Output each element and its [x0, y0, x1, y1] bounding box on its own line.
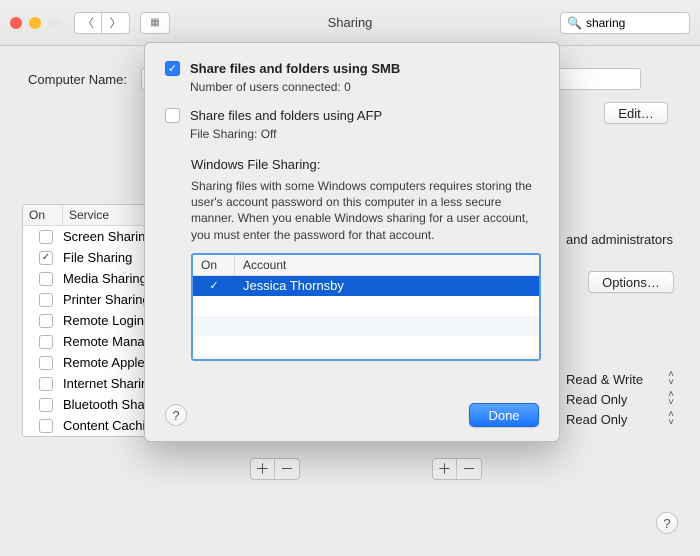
smb-checkbox[interactable]	[165, 61, 180, 76]
sheet-help-button[interactable]: ?	[165, 404, 187, 426]
done-button[interactable]: Done	[469, 403, 539, 427]
service-checkbox[interactable]	[39, 419, 53, 433]
add-folder-button[interactable]: ＋	[251, 459, 275, 479]
account-name: Jessica Thornsby	[235, 278, 539, 293]
service-checkbox[interactable]	[39, 398, 53, 412]
account-row-empty	[193, 336, 539, 356]
close-window-icon[interactable]	[10, 17, 22, 29]
smb-subtitle: Number of users connected: 0	[190, 80, 400, 94]
zoom-window-icon	[48, 17, 60, 29]
smb-title: Share files and folders using SMB	[190, 61, 400, 76]
service-label: Media Sharing	[63, 271, 147, 286]
permission-row[interactable]: Read Only ˄˅	[566, 409, 674, 429]
stepper-icon[interactable]: ˄˅	[668, 391, 674, 407]
minimize-window-icon[interactable]	[29, 17, 41, 29]
account-row-empty	[193, 296, 539, 316]
permission-label: Read & Write	[566, 372, 643, 387]
service-checkbox[interactable]	[39, 377, 53, 391]
forward-button[interactable]: 〉	[102, 12, 130, 34]
search-input[interactable]	[586, 16, 700, 30]
accounts-header-account: Account	[235, 255, 539, 275]
remove-folder-button[interactable]: －	[275, 459, 299, 479]
show-all-button[interactable]: ▦	[140, 12, 170, 34]
service-label: Remote Login	[63, 313, 144, 328]
account-row-empty	[193, 356, 539, 361]
remove-user-button[interactable]: －	[457, 459, 481, 479]
account-checkbox[interactable]: ✓	[209, 279, 218, 292]
account-row[interactable]: ✓ Jessica Thornsby	[193, 276, 539, 296]
afp-title: Share files and folders using AFP	[190, 108, 382, 123]
window-controls	[10, 17, 60, 29]
windows-sharing-title: Windows File Sharing:	[191, 157, 539, 172]
search-icon: 🔍	[567, 16, 582, 30]
services-header-on: On	[23, 205, 63, 225]
service-checkbox[interactable]	[39, 230, 53, 244]
folders-add-remove: ＋ －	[250, 458, 300, 480]
service-checkbox[interactable]	[39, 272, 53, 286]
edit-button[interactable]: Edit…	[604, 102, 668, 124]
service-label: Printer Sharing	[63, 292, 150, 307]
help-button[interactable]: ?	[656, 512, 678, 534]
service-checkbox[interactable]	[39, 251, 53, 265]
stepper-icon[interactable]: ˄˅	[668, 411, 674, 427]
back-button[interactable]: 〈	[74, 12, 102, 34]
toolbar: 〈 〉 ▦ Sharing 🔍 ✕	[0, 0, 700, 46]
afp-checkbox[interactable]	[165, 108, 180, 123]
add-user-button[interactable]: ＋	[433, 459, 457, 479]
service-checkbox[interactable]	[39, 293, 53, 307]
options-sheet: Share files and folders using SMB Number…	[144, 42, 560, 442]
stepper-icon[interactable]: ˄˅	[668, 371, 674, 387]
accounts-table: On Account ✓ Jessica Thornsby	[191, 253, 541, 361]
computer-name-label: Computer Name:	[28, 72, 127, 87]
nav-buttons: 〈 〉	[74, 12, 130, 34]
permission-label: Read Only	[566, 412, 627, 427]
permission-row[interactable]: Read & Write ˄˅	[566, 369, 674, 389]
service-checkbox[interactable]	[39, 335, 53, 349]
service-label: File Sharing	[63, 250, 132, 265]
permission-label: Read Only	[566, 392, 627, 407]
users-add-remove: ＋ －	[432, 458, 482, 480]
right-column: and administrators Options… Read & Write…	[566, 232, 674, 429]
windows-sharing-description: Sharing files with some Windows computer…	[191, 178, 539, 243]
account-row-empty	[193, 316, 539, 336]
service-label: Screen Sharing	[63, 229, 153, 244]
admins-text: and administrators	[566, 232, 674, 247]
accounts-header-on: On	[193, 255, 235, 275]
search-field[interactable]: 🔍 ✕	[560, 12, 690, 34]
service-checkbox[interactable]	[39, 356, 53, 370]
permission-row[interactable]: Read Only ˄˅	[566, 389, 674, 409]
options-button[interactable]: Options…	[588, 271, 674, 293]
afp-subtitle: File Sharing: Off	[190, 127, 382, 141]
service-checkbox[interactable]	[39, 314, 53, 328]
service-label: Internet Sharing	[63, 376, 156, 391]
